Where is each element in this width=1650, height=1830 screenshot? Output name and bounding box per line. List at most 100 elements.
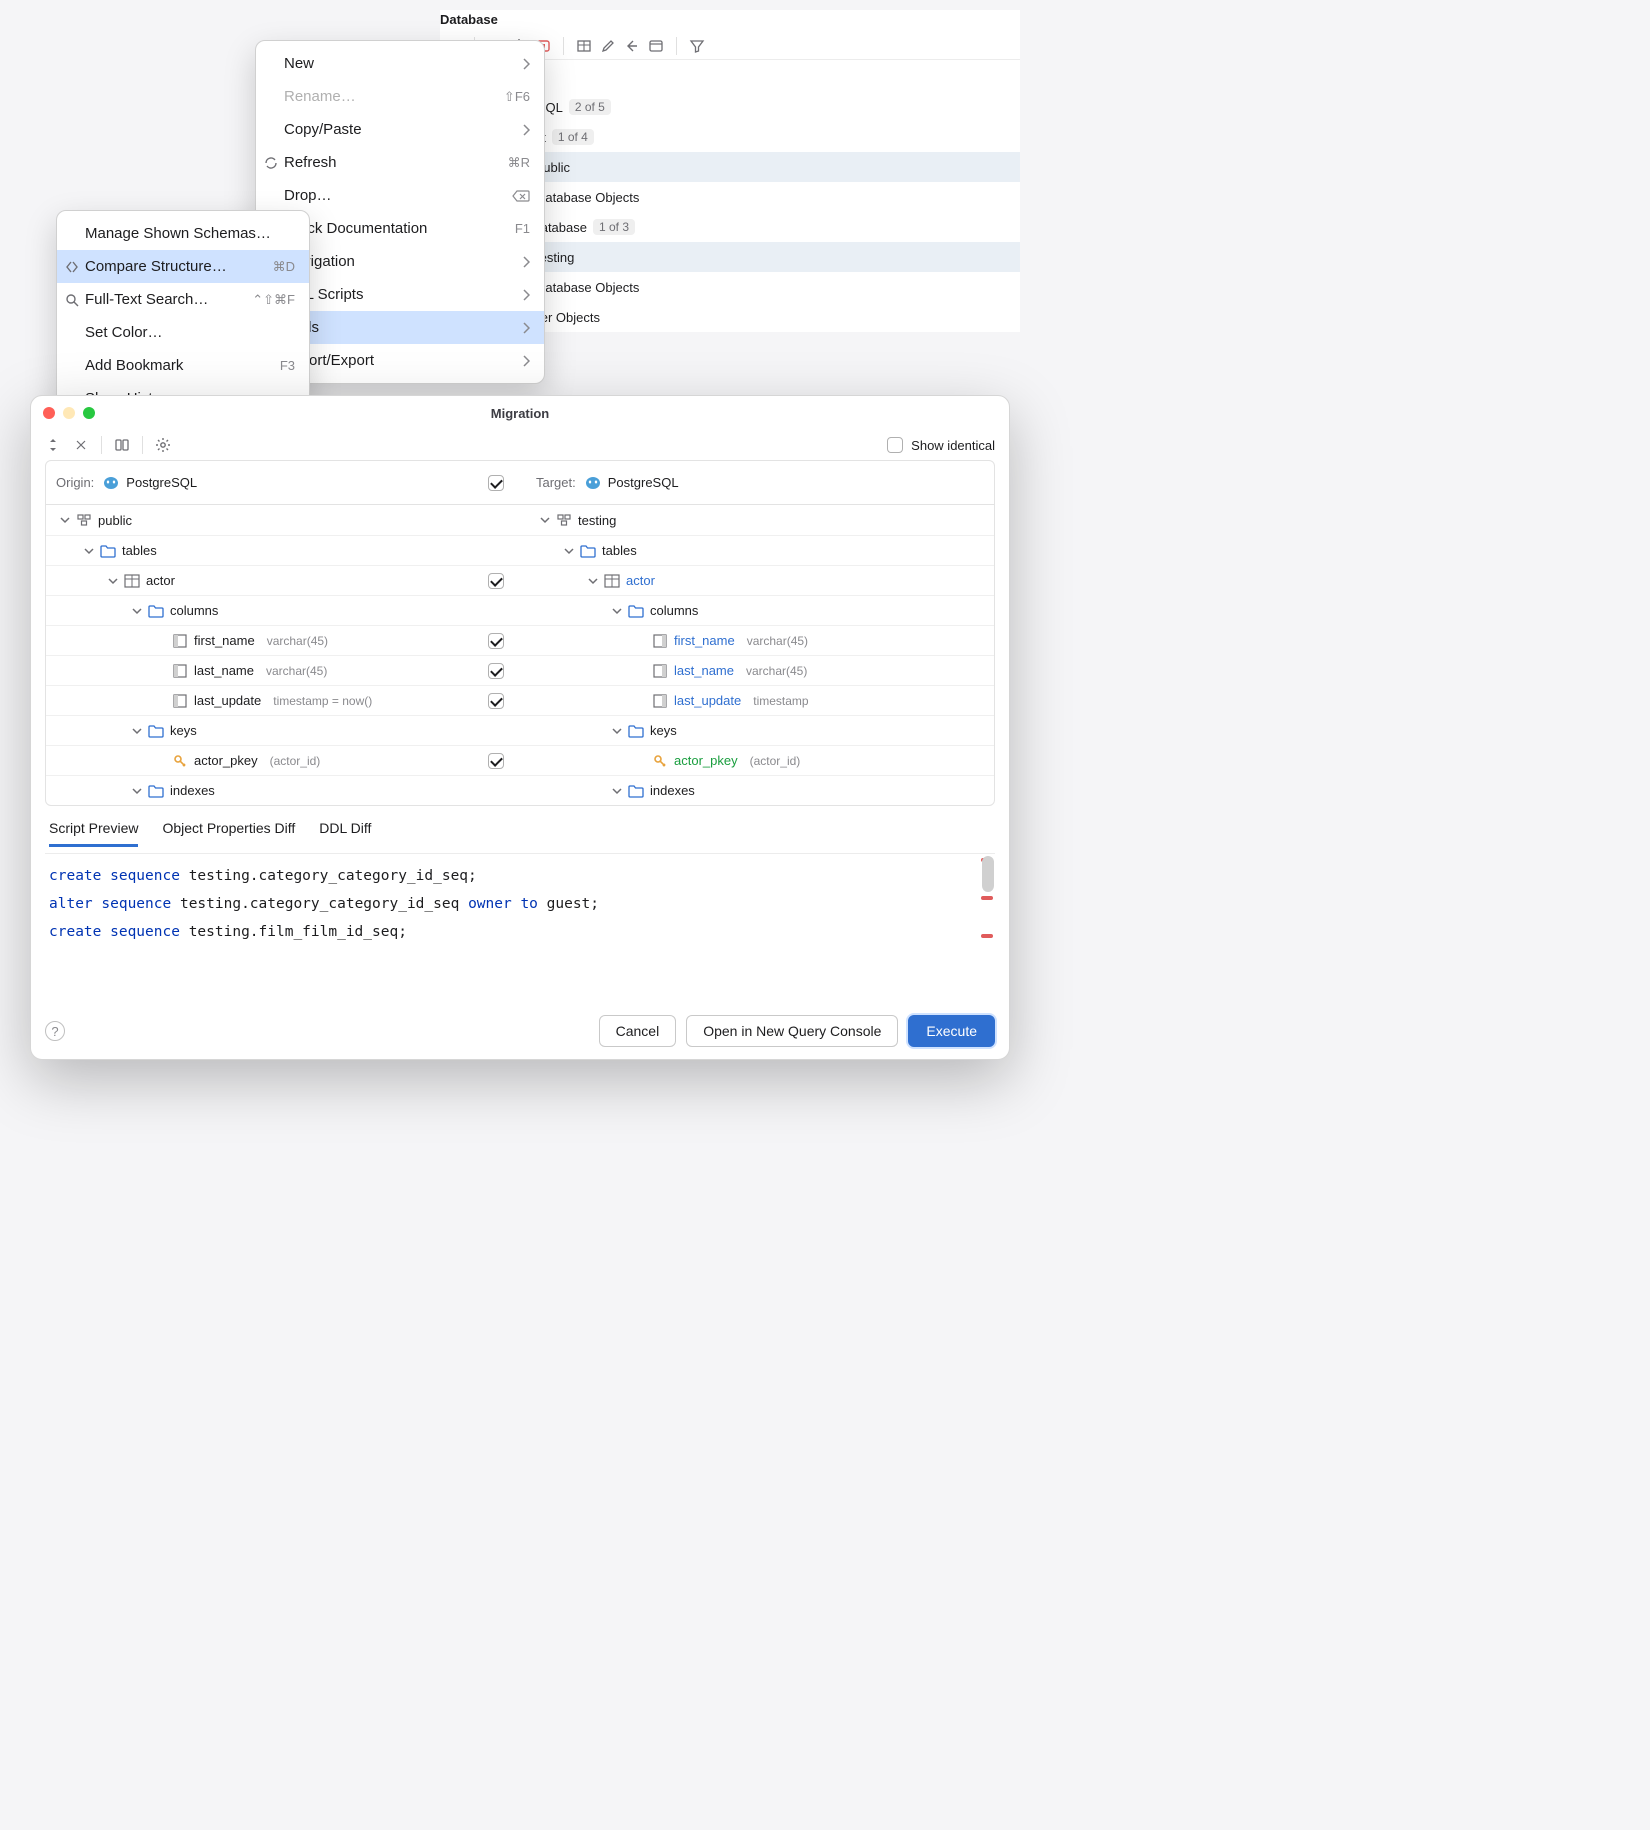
node-detail: timestamp — [753, 694, 808, 708]
node-label: actor_pkey — [674, 753, 738, 768]
collapse-icon[interactable] — [73, 437, 89, 453]
dialog-title: Migration — [31, 406, 1009, 421]
node-label: tables — [122, 543, 157, 558]
shortcut-label: F1 — [515, 221, 530, 236]
shortcut-label: ⌘R — [508, 155, 530, 171]
folder-icon — [628, 723, 644, 739]
show-identical-checkbox[interactable] — [887, 437, 903, 453]
menu-item[interactable]: Compare Structure…⌘D — [57, 250, 309, 283]
count-badge: 1 of 4 — [552, 129, 594, 145]
scrollbar-thumb[interactable] — [982, 856, 994, 892]
compare-row[interactable]: first_namevarchar(45)first_namevarchar(4… — [46, 625, 994, 655]
origin-label: Origin: — [56, 475, 94, 490]
compare-row[interactable]: last_namevarchar(45)last_namevarchar(45) — [46, 655, 994, 685]
edit-icon[interactable] — [600, 38, 616, 54]
open-console-button[interactable]: Open in New Query Console — [686, 1015, 898, 1047]
row-checkbox[interactable] — [488, 663, 504, 679]
compare-icon[interactable] — [114, 437, 130, 453]
show-identical-label: Show identical — [911, 438, 995, 453]
caret-icon[interactable] — [636, 666, 646, 676]
node-detail: varchar(45) — [267, 634, 328, 648]
menu-item[interactable]: Set Color… — [57, 316, 309, 349]
caret-icon[interactable] — [612, 606, 622, 616]
caret-icon[interactable] — [636, 756, 646, 766]
menu-item-label: Refresh — [284, 154, 337, 171]
menu-item[interactable]: Refresh ⌘R — [256, 146, 544, 179]
caret-icon[interactable] — [156, 756, 166, 766]
caret-icon[interactable] — [60, 515, 70, 525]
table-icon[interactable] — [576, 38, 592, 54]
folder-icon — [148, 783, 164, 799]
jump-icon[interactable] — [624, 38, 640, 54]
window-icon[interactable] — [648, 38, 664, 54]
script-preview-code[interactable]: create sequence testing.category_categor… — [45, 853, 995, 1003]
context-menu-tools[interactable]: Manage Shown Schemas…Compare Structure…⌘… — [56, 210, 310, 422]
chevron-right-icon — [522, 256, 530, 268]
caret-icon[interactable] — [132, 606, 142, 616]
tab-script-preview[interactable]: Script Preview — [49, 820, 138, 847]
node-label: indexes — [650, 783, 695, 798]
caret-icon[interactable] — [636, 696, 646, 706]
caret-icon[interactable] — [636, 636, 646, 646]
compare-row[interactable]: tables tables — [46, 535, 994, 565]
caret-icon[interactable] — [132, 786, 142, 796]
folder-icon — [148, 723, 164, 739]
node-label: last_update — [194, 693, 261, 708]
caret-icon[interactable] — [564, 546, 574, 556]
menu-item[interactable]: Manage Shown Schemas… — [57, 217, 309, 250]
caret-icon[interactable] — [588, 576, 598, 586]
caret-icon[interactable] — [540, 515, 550, 525]
caret-icon[interactable] — [108, 576, 118, 586]
compare-row[interactable]: actor_pkey(actor_id)actor_pkey(actor_id) — [46, 745, 994, 775]
menu-item[interactable]: New — [256, 47, 544, 80]
row-checkbox[interactable] — [488, 633, 504, 649]
compare-row[interactable]: columnscolumns — [46, 595, 994, 625]
node-detail: timestamp = now() — [273, 694, 372, 708]
row-checkbox[interactable] — [488, 573, 504, 589]
tab-ddl-diff[interactable]: DDL Diff — [319, 820, 371, 847]
schema-icon — [76, 512, 92, 528]
row-checkbox[interactable] — [488, 753, 504, 769]
folder-icon — [100, 543, 116, 559]
caret-icon[interactable] — [612, 786, 622, 796]
node-detail: varchar(45) — [747, 634, 808, 648]
execute-button[interactable]: Execute — [908, 1015, 995, 1047]
caret-icon[interactable] — [156, 666, 166, 676]
menu-item[interactable]: Copy/Paste — [256, 113, 544, 146]
menu-item-label: Rename… — [284, 88, 356, 105]
compare-row[interactable]: keyskeys — [46, 715, 994, 745]
compare-row[interactable]: publictesting — [46, 505, 994, 535]
compare-row[interactable]: indexesindexes — [46, 775, 994, 805]
help-button[interactable]: ? — [45, 1021, 65, 1041]
table-icon — [124, 573, 140, 589]
caret-icon[interactable] — [156, 696, 166, 706]
caret-icon[interactable] — [156, 636, 166, 646]
menu-item-label: Add Bookmark — [85, 357, 183, 374]
menu-item-label: Full-Text Search… — [85, 291, 208, 308]
backspace-icon — [512, 190, 530, 202]
node-detail: (actor_id) — [270, 754, 321, 768]
caret-icon[interactable] — [132, 726, 142, 736]
caret-icon[interactable] — [612, 726, 622, 736]
chevron-right-icon — [522, 58, 530, 70]
menu-item[interactable]: Drop… — [256, 179, 544, 212]
tab-object-properties-diff[interactable]: Object Properties Diff — [162, 820, 295, 847]
table-icon — [604, 573, 620, 589]
row-checkbox[interactable] — [488, 693, 504, 709]
caret-icon[interactable] — [84, 546, 94, 556]
filter-icon[interactable] — [689, 38, 705, 54]
expand-collapse-icon[interactable] — [45, 437, 61, 453]
node-label: tables — [602, 543, 637, 558]
select-all-checkbox[interactable] — [488, 475, 504, 491]
menu-item[interactable]: Full-Text Search…⌃⇧⌘F — [57, 283, 309, 316]
chevron-right-icon — [522, 355, 530, 367]
cancel-button[interactable]: Cancel — [599, 1015, 677, 1047]
menu-item[interactable]: Add BookmarkF3 — [57, 349, 309, 382]
compare-row[interactable]: actoractor — [46, 565, 994, 595]
gear-icon[interactable] — [155, 437, 171, 453]
compare-row[interactable]: last_updatetimestamp = now()last_updatet… — [46, 685, 994, 715]
folder-icon — [628, 603, 644, 619]
node-detail: (actor_id) — [750, 754, 801, 768]
migration-dialog: Migration Show identical Origin: Postgre… — [30, 395, 1010, 1060]
node-label: public — [98, 513, 132, 528]
